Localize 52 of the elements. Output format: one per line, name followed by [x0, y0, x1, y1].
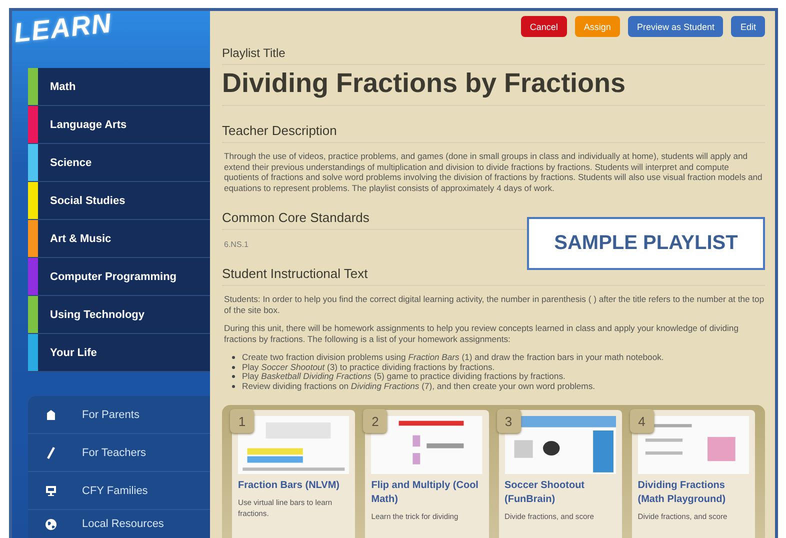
- category-item[interactable]: Your Life: [28, 334, 210, 372]
- sidebar-link[interactable]: CFY Families: [82, 484, 148, 496]
- category-label: Your Life: [49, 346, 97, 358]
- toolbar-button[interactable]: Preview as Student: [628, 16, 724, 37]
- activity-title[interactable]: Fraction Bars (NLVM): [238, 479, 350, 493]
- number-badge: 3: [496, 409, 520, 433]
- sample-label: SAMPLE PLAYLIST: [527, 217, 765, 270]
- toolbar-button[interactable]: Cancel: [520, 16, 567, 37]
- logo: LEARN: [12, 11, 114, 50]
- activity-title[interactable]: Flip and Multiply (Cool Math): [371, 479, 482, 507]
- instruction-paragraph: Students: In order to help you find the correct digital learning activity, the number in parenthesis ( ) after the title refers to the number at the top of the site box.: [224, 294, 765, 315]
- category-item[interactable]: Art & Music: [28, 220, 210, 258]
- sidebar-link[interactable]: For Teachers: [82, 446, 146, 458]
- assignment-text: Create two fraction division problems using Fraction Bars (1) and draw the fraction bars in your math notebook.: [242, 353, 664, 362]
- assignment-text: Play Soccer Shootout (3) to practice dividing fractions by fractions.: [242, 362, 495, 372]
- category-item[interactable]: Language Arts: [28, 106, 210, 144]
- field-label: Playlist Title: [222, 46, 765, 65]
- standard-code: 6.NS.1: [224, 240, 248, 249]
- category-label: Using Technology: [49, 308, 145, 320]
- number-badge: 1: [230, 409, 254, 433]
- playlist-title: Dividing Fractions by Fractions: [222, 65, 765, 106]
- house-icon: [44, 408, 58, 422]
- category-label: Math: [49, 80, 76, 92]
- assignment-text: Review dividing fractions on Dividing Fractions (7), and then create your own word problems.: [242, 382, 596, 391]
- category-item[interactable]: Social Studies: [28, 182, 210, 220]
- sidebar-link[interactable]: Local Resources: [82, 518, 164, 530]
- instruction-paragraph: During this unit, there will be homework assignments to help you review concepts learned in class and apply your knowledge of dividing fractions by fractions. The following is a list of your homework assignments:: [224, 323, 740, 344]
- category-item[interactable]: Computer Programming: [28, 258, 210, 296]
- monitor-icon: [44, 484, 58, 498]
- category-label: Language Arts: [49, 118, 127, 130]
- number-badge: 4: [630, 409, 654, 433]
- number-badge: 2: [363, 409, 388, 433]
- activity-title[interactable]: Soccer Shootout (FunBrain): [504, 479, 616, 507]
- category-item[interactable]: Math: [28, 68, 210, 106]
- category-label: Computer Programming: [49, 270, 177, 282]
- description-text: Through the use of videos, practice problems, and games (done in small groups in class and individually at home), students will apply and extend their previous understandings of multiplication and division to divide fractions by fractions. Students will interpret and compute quotients of fractions and solve word problems involving the division of fractions by fractions. Students will also use visual fraction models and equations to represent problems. The playlist consists of approximately 4 days of work.: [224, 151, 764, 193]
- toolbar-button[interactable]: Edit: [731, 16, 765, 37]
- category-label: Art & Music: [49, 232, 112, 244]
- bullet-icon: [232, 384, 235, 388]
- category-item[interactable]: Science: [28, 144, 210, 182]
- bullet-icon: [232, 356, 235, 360]
- activity-title[interactable]: Dividing Fractions (Math Playground): [638, 479, 749, 507]
- bullet-icon: [232, 366, 235, 369]
- assignment-text: Play Basketball Dividing Fractions (5) game to practice dividing fractions by fractions.: [242, 372, 566, 382]
- section-heading: Teacher Description: [222, 106, 765, 143]
- category-item[interactable]: Using Technology: [28, 296, 210, 334]
- globe-icon: [44, 517, 58, 531]
- sidebar-link[interactable]: For Parents: [82, 408, 140, 420]
- category-label: Social Studies: [49, 194, 126, 206]
- pencil-icon: [44, 446, 58, 460]
- bullet-icon: [232, 375, 235, 378]
- category-label: Science: [49, 156, 92, 168]
